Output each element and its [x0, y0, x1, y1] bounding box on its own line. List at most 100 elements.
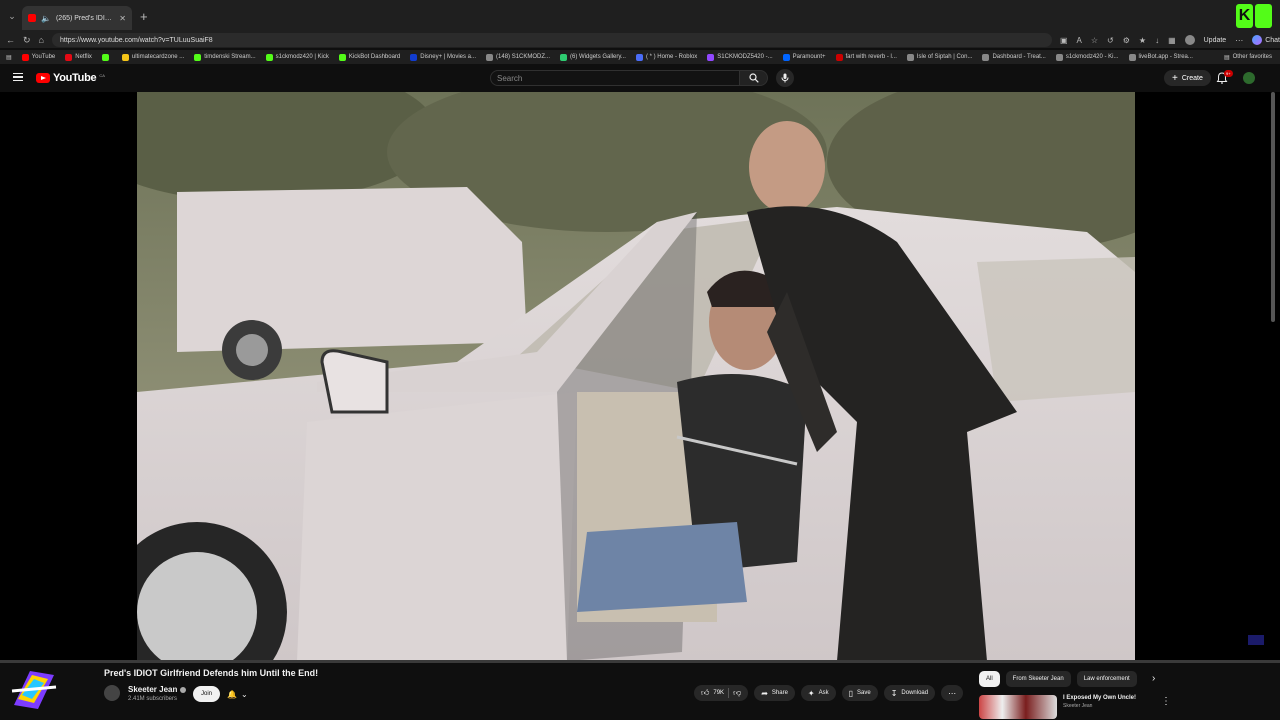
bookmark-label: Dashboard - Treat... [992, 54, 1046, 60]
chevron-right-icon[interactable]: › [1152, 673, 1155, 684]
create-button[interactable]: + Create [1164, 70, 1211, 86]
browser-tab[interactable]: 🔈 (265) Pred's IDIOT Girlfriend ✕ [22, 6, 132, 30]
bookmark-item[interactable]: s1ckmodz420 | Kick [265, 53, 329, 61]
ask-button[interactable]: ✦ Ask [800, 685, 836, 701]
other-favorites[interactable]: ▤ Other favorites [1217, 50, 1272, 64]
update-button[interactable]: Update [1204, 37, 1227, 44]
extensions-icon[interactable]: ⚙ [1123, 36, 1130, 45]
search-box [490, 70, 740, 86]
chip-from-channel[interactable]: From Skeeter Jean [1005, 671, 1071, 687]
bookmark-item[interactable]: ultimatecardzone ... [121, 53, 184, 61]
share-button[interactable]: ➦ Share [754, 685, 795, 701]
bookmark-favicon-icon [121, 53, 129, 61]
microphone-icon [781, 73, 789, 83]
home-icon[interactable]: ⌂ [39, 35, 44, 45]
more-horizontal-icon: ⋯ [948, 688, 957, 698]
address-row: ← ↻ ⌂ https://www.youtube.com/watch?v=TU… [0, 32, 1280, 48]
bookmark-label: KickBot Dashboard [348, 54, 401, 60]
bookmark-item[interactable]: KickBot Dashboard [338, 53, 401, 61]
join-button[interactable]: Join [193, 686, 221, 702]
favorites-icon[interactable]: ★ [1139, 36, 1146, 45]
recommendation-title[interactable]: I Exposed My Own Uncle! [1063, 695, 1136, 701]
bookmark-favicon-icon [635, 53, 643, 61]
refresh-extension-icon[interactable]: ↺ [1107, 36, 1114, 45]
more-icon[interactable]: ⋯ [1235, 36, 1243, 45]
back-icon[interactable]: ← [6, 35, 15, 45]
bookmark-folder-icon[interactable]: ▤ [6, 54, 12, 61]
bookmark-favicon-icon [101, 53, 109, 61]
save-button[interactable]: ▯ Save [841, 685, 878, 701]
voice-search-button[interactable] [776, 69, 794, 87]
subscriber-count: 2.41M subscribers [128, 696, 178, 702]
chip-law-enforcement[interactable]: Law enforcement [1076, 671, 1137, 687]
new-tab-button[interactable]: + [140, 9, 148, 24]
more-vertical-icon[interactable]: ⋮ [1161, 697, 1171, 707]
bookmark-item[interactable]: Isle of Siptah | Con... [906, 53, 973, 61]
bookmark-favicon-icon [560, 53, 568, 61]
close-tab-icon[interactable]: ✕ [119, 14, 126, 23]
download-icon[interactable]: ↓ [1155, 36, 1159, 45]
bookmark-label: Isle of Siptah | Con... [916, 54, 973, 60]
thumbs-down-icon[interactable]: 👎︎ [733, 688, 741, 698]
thumbs-up-icon[interactable]: 👍︎ [701, 688, 709, 698]
speaker-icon[interactable]: 🔈 [41, 14, 51, 23]
channel-avatar[interactable] [104, 685, 120, 701]
bookmark-item[interactable]: (6) Widgets Gallery... [560, 53, 626, 61]
tab-search-icon[interactable]: ⌄ [2, 6, 22, 26]
bookmark-favicon-icon [1055, 53, 1063, 61]
bookmark-item[interactable]: liveBot.app - Strea... [1128, 53, 1193, 61]
recommendation-thumbnail[interactable] [979, 695, 1057, 719]
bookmark-item[interactable] [101, 53, 112, 61]
bookmark-item[interactable]: s1ckmodz420 - Ki... [1055, 53, 1119, 61]
more-actions-button[interactable]: ⋯ [941, 685, 964, 701]
bookmark-item[interactable]: Dashboard - Treat... [982, 53, 1046, 61]
copilot-icon [1252, 35, 1263, 45]
page-scrollbar[interactable] [1271, 92, 1275, 322]
subscription-bell-button[interactable]: 🔔 ⌄ [227, 686, 248, 702]
bookmark-favicon-icon [410, 53, 418, 61]
bookmark-favicon-icon [906, 53, 914, 61]
bookmark-item[interactable]: Netflix [65, 53, 92, 61]
region-code: CA [99, 72, 105, 78]
menu-icon[interactable] [13, 73, 23, 81]
reader-icon[interactable]: ▣ [1060, 36, 1068, 45]
account-avatar[interactable] [1243, 72, 1255, 84]
bookmark-favicon-icon [265, 53, 273, 61]
search-input[interactable] [497, 73, 739, 83]
reload-icon[interactable]: ↻ [23, 35, 31, 46]
bookmark-item[interactable]: (148) S1CKMODZ... [486, 53, 550, 61]
youtube-logo[interactable]: YouTube CA [36, 72, 105, 84]
copilot-chat-button[interactable]: Chat [1252, 35, 1280, 45]
bookmark-item[interactable]: ( * ) Home - Roblox [635, 53, 697, 61]
youtube-favicon-icon [28, 14, 36, 22]
kick-logo-letter: K [1236, 4, 1253, 28]
like-dislike-button[interactable]: 👍︎ 79K 👎︎ [694, 685, 749, 701]
bookmark-favicon-icon [338, 53, 346, 61]
chip-all[interactable]: All [979, 671, 1000, 687]
video-frame[interactable] [137, 92, 1135, 661]
channel-watermark[interactable] [1248, 635, 1264, 645]
address-bar[interactable]: https://www.youtube.com/watch?v=TULuuSua… [51, 33, 1052, 47]
channel-name[interactable]: Skeeter Jean [128, 685, 187, 694]
bookmark-item[interactable]: timdenski Stream... [194, 53, 256, 61]
favorite-star-icon[interactable]: ☆ [1091, 36, 1098, 45]
translate-icon[interactable]: A [1077, 36, 1082, 45]
chat-label: Chat [1265, 36, 1280, 44]
download-arrow-icon: ↧ [890, 688, 898, 698]
profile-avatar[interactable] [1184, 35, 1195, 45]
bookmark-favicon-icon [65, 53, 73, 61]
bookmark-item[interactable]: fart with reverb - l... [835, 53, 897, 61]
bookmark-item[interactable]: Disney+ | Movies a... [410, 53, 476, 61]
video-player[interactable] [0, 92, 1280, 661]
search-button[interactable] [740, 70, 768, 86]
bookmark-item[interactable]: Paramount+ [782, 53, 826, 61]
bookmark-item[interactable]: YouTube [21, 53, 55, 61]
collections-icon[interactable]: ▦ [1168, 36, 1176, 45]
download-button[interactable]: ↧ Download [883, 685, 936, 701]
bookmark-favicon-icon [1128, 53, 1136, 61]
bookmark-item[interactable]: S1CKMODZ5420 -... [707, 53, 773, 61]
bookmark-icon: ▯ [848, 688, 854, 698]
recommendation-item[interactable]: I Exposed My Own Uncle! Skeeter Jean [979, 695, 1136, 719]
url-text: https://www.youtube.com/watch?v=TULuuSua… [59, 36, 213, 44]
ask-label: Ask [818, 690, 829, 696]
